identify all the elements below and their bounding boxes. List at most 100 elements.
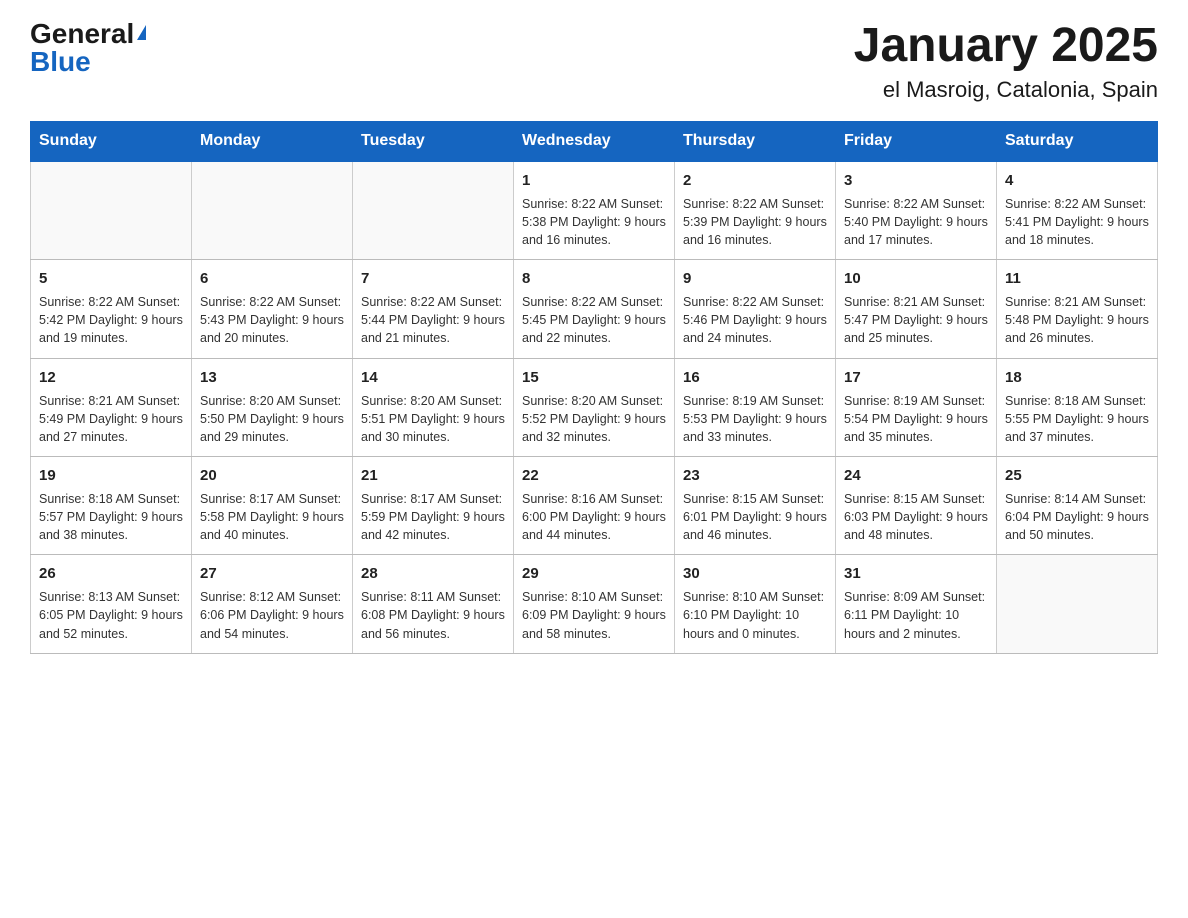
- calendar-cell: 7 Sunrise: 8:22 AM Sunset: 5:44 PM Daylig…: [353, 260, 514, 358]
- day-info: Sunrise: 8:22 AM Sunset: 5:40 PM Dayligh…: [844, 195, 988, 249]
- day-number: 5: [39, 268, 183, 289]
- day-info: Sunrise: 8:13 AM Sunset: 6:05 PM Dayligh…: [39, 588, 183, 642]
- calendar-week-row: 1 Sunrise: 8:22 AM Sunset: 5:38 PM Daylig…: [31, 161, 1158, 260]
- day-number: 9: [683, 268, 827, 289]
- calendar-cell: 29 Sunrise: 8:10 AM Sunset: 6:09 PM Dayli…: [514, 555, 675, 653]
- day-number: 14: [361, 367, 505, 388]
- day-info: Sunrise: 8:09 AM Sunset: 6:11 PM Dayligh…: [844, 588, 988, 642]
- day-number: 19: [39, 465, 183, 486]
- day-number: 15: [522, 367, 666, 388]
- day-info: Sunrise: 8:21 AM Sunset: 5:49 PM Dayligh…: [39, 392, 183, 446]
- calendar-week-row: 5 Sunrise: 8:22 AM Sunset: 5:42 PM Daylig…: [31, 260, 1158, 358]
- calendar-cell: 20Sunrise: 8:17 AM Sunset: 5:58 PM Dayli…: [192, 456, 353, 554]
- calendar-cell: 18Sunrise: 8:18 AM Sunset: 5:55 PM Dayli…: [997, 358, 1158, 456]
- calendar-cell: [31, 161, 192, 260]
- day-info: Sunrise: 8:17 AM Sunset: 5:59 PM Dayligh…: [361, 490, 505, 544]
- calendar-title: January 2025: [854, 20, 1158, 73]
- calendar-cell: 30Sunrise: 8:10 AM Sunset: 6:10 PM Dayli…: [675, 555, 836, 653]
- day-number: 29: [522, 563, 666, 584]
- day-number: 11: [1005, 268, 1149, 289]
- day-info: Sunrise: 8:11 AM Sunset: 6:08 PM Dayligh…: [361, 588, 505, 642]
- day-info: Sunrise: 8:15 AM Sunset: 6:03 PM Dayligh…: [844, 490, 988, 544]
- calendar-table: SundayMondayTuesdayWednesdayThursdayFrid…: [30, 121, 1158, 654]
- day-info: Sunrise: 8:22 AM Sunset: 5:44 PM Dayligh…: [361, 293, 505, 347]
- day-number: 17: [844, 367, 988, 388]
- calendar-week-row: 12 Sunrise: 8:21 AM Sunset: 5:49 PM Dayli…: [31, 358, 1158, 456]
- calendar-cell: 13 Sunrise: 8:20 AM Sunset: 5:50 PM Dayli…: [192, 358, 353, 456]
- calendar-cell: 25Sunrise: 8:14 AM Sunset: 6:04 PM Dayli…: [997, 456, 1158, 554]
- day-info: Sunrise: 8:22 AM Sunset: 5:41 PM Dayligh…: [1005, 195, 1149, 249]
- day-info: Sunrise: 8:17 AM Sunset: 5:58 PM Dayligh…: [200, 490, 344, 544]
- day-number: 1: [522, 170, 666, 191]
- calendar-week-row: 26 Sunrise: 8:13 AM Sunset: 6:05 PM Dayli…: [31, 555, 1158, 653]
- calendar-cell: 19 Sunrise: 8:18 AM Sunset: 5:57 PM Dayli…: [31, 456, 192, 554]
- calendar-cell: 17 Sunrise: 8:19 AM Sunset: 5:54 PM Dayli…: [836, 358, 997, 456]
- day-info: Sunrise: 8:16 AM Sunset: 6:00 PM Dayligh…: [522, 490, 666, 544]
- calendar-cell: 9Sunrise: 8:22 AM Sunset: 5:46 PM Daylig…: [675, 260, 836, 358]
- day-number: 13: [200, 367, 344, 388]
- day-number: 25: [1005, 465, 1149, 486]
- logo-triangle-icon: [137, 25, 146, 40]
- day-info: Sunrise: 8:20 AM Sunset: 5:51 PM Dayligh…: [361, 392, 505, 446]
- day-number: 21: [361, 465, 505, 486]
- calendar-cell: 22 Sunrise: 8:16 AM Sunset: 6:00 PM Dayli…: [514, 456, 675, 554]
- calendar-cell: 23 Sunrise: 8:15 AM Sunset: 6:01 PM Dayli…: [675, 456, 836, 554]
- weekday-header-sunday: Sunday: [31, 121, 192, 161]
- calendar-cell: 28 Sunrise: 8:11 AM Sunset: 6:08 PM Dayli…: [353, 555, 514, 653]
- calendar-cell: 11 Sunrise: 8:21 AM Sunset: 5:48 PM Dayli…: [997, 260, 1158, 358]
- day-number: 24: [844, 465, 988, 486]
- day-info: Sunrise: 8:15 AM Sunset: 6:01 PM Dayligh…: [683, 490, 827, 544]
- day-number: 28: [361, 563, 505, 584]
- calendar-cell: 2Sunrise: 8:22 AM Sunset: 5:39 PM Daylig…: [675, 161, 836, 260]
- weekday-header-thursday: Thursday: [675, 121, 836, 161]
- logo-general-text: General: [30, 20, 134, 48]
- day-info: Sunrise: 8:21 AM Sunset: 5:48 PM Dayligh…: [1005, 293, 1149, 347]
- day-number: 10: [844, 268, 988, 289]
- calendar-week-row: 19 Sunrise: 8:18 AM Sunset: 5:57 PM Dayli…: [31, 456, 1158, 554]
- weekday-header-friday: Friday: [836, 121, 997, 161]
- day-number: 7: [361, 268, 505, 289]
- calendar-cell: 10 Sunrise: 8:21 AM Sunset: 5:47 PM Dayli…: [836, 260, 997, 358]
- day-info: Sunrise: 8:20 AM Sunset: 5:50 PM Dayligh…: [200, 392, 344, 446]
- day-info: Sunrise: 8:22 AM Sunset: 5:43 PM Dayligh…: [200, 293, 344, 347]
- calendar-cell: 8Sunrise: 8:22 AM Sunset: 5:45 PM Daylig…: [514, 260, 675, 358]
- day-info: Sunrise: 8:10 AM Sunset: 6:09 PM Dayligh…: [522, 588, 666, 642]
- calendar-cell: 6 Sunrise: 8:22 AM Sunset: 5:43 PM Daylig…: [192, 260, 353, 358]
- day-number: 22: [522, 465, 666, 486]
- day-number: 23: [683, 465, 827, 486]
- calendar-cell: [353, 161, 514, 260]
- calendar-cell: 14 Sunrise: 8:20 AM Sunset: 5:51 PM Dayli…: [353, 358, 514, 456]
- day-info: Sunrise: 8:21 AM Sunset: 5:47 PM Dayligh…: [844, 293, 988, 347]
- day-number: 3: [844, 170, 988, 191]
- day-info: Sunrise: 8:18 AM Sunset: 5:57 PM Dayligh…: [39, 490, 183, 544]
- day-number: 18: [1005, 367, 1149, 388]
- day-number: 27: [200, 563, 344, 584]
- calendar-cell: [192, 161, 353, 260]
- day-info: Sunrise: 8:19 AM Sunset: 5:54 PM Dayligh…: [844, 392, 988, 446]
- day-number: 26: [39, 563, 183, 584]
- calendar-cell: 31 Sunrise: 8:09 AM Sunset: 6:11 PM Dayli…: [836, 555, 997, 653]
- weekday-header-monday: Monday: [192, 121, 353, 161]
- calendar-cell: 26 Sunrise: 8:13 AM Sunset: 6:05 PM Dayli…: [31, 555, 192, 653]
- page-header: General Blue January 2025 el Masroig, Ca…: [30, 20, 1158, 103]
- day-info: Sunrise: 8:20 AM Sunset: 5:52 PM Dayligh…: [522, 392, 666, 446]
- calendar-cell: 3 Sunrise: 8:22 AM Sunset: 5:40 PM Daylig…: [836, 161, 997, 260]
- day-number: 2: [683, 170, 827, 191]
- calendar-cell: 24 Sunrise: 8:15 AM Sunset: 6:03 PM Dayli…: [836, 456, 997, 554]
- day-number: 31: [844, 563, 988, 584]
- day-info: Sunrise: 8:19 AM Sunset: 5:53 PM Dayligh…: [683, 392, 827, 446]
- title-block: January 2025 el Masroig, Catalonia, Spai…: [854, 20, 1158, 103]
- logo: General Blue: [30, 20, 146, 76]
- calendar-cell: 16Sunrise: 8:19 AM Sunset: 5:53 PM Dayli…: [675, 358, 836, 456]
- day-info: Sunrise: 8:22 AM Sunset: 5:42 PM Dayligh…: [39, 293, 183, 347]
- day-info: Sunrise: 8:22 AM Sunset: 5:38 PM Dayligh…: [522, 195, 666, 249]
- weekday-header-wednesday: Wednesday: [514, 121, 675, 161]
- calendar-cell: 15 Sunrise: 8:20 AM Sunset: 5:52 PM Dayli…: [514, 358, 675, 456]
- calendar-cell: 4Sunrise: 8:22 AM Sunset: 5:41 PM Daylig…: [997, 161, 1158, 260]
- day-info: Sunrise: 8:10 AM Sunset: 6:10 PM Dayligh…: [683, 588, 827, 642]
- day-number: 8: [522, 268, 666, 289]
- day-number: 6: [200, 268, 344, 289]
- calendar-header-row: SundayMondayTuesdayWednesdayThursdayFrid…: [31, 121, 1158, 161]
- calendar-cell: 21 Sunrise: 8:17 AM Sunset: 5:59 PM Dayli…: [353, 456, 514, 554]
- day-number: 12: [39, 367, 183, 388]
